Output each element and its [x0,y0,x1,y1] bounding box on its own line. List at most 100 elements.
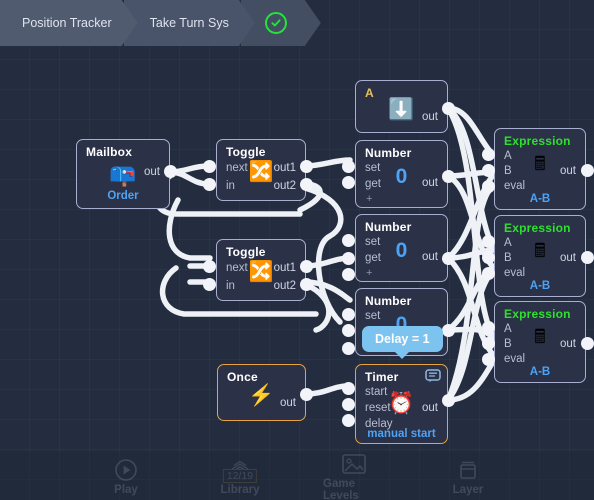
port-out-label: out [422,111,438,123]
port-out-label: out [422,177,438,189]
port-dot-set[interactable] [342,234,355,247]
node-title: Mailbox [86,145,133,159]
port-dot-out[interactable] [442,102,455,115]
node-sub-label: manual start [367,428,436,440]
node-number-1[interactable]: Number set get + 0 out [355,140,448,208]
port-dot-out[interactable] [581,337,594,350]
node-title: Timer [365,370,399,384]
node-graph-canvas[interactable]: Position Tracker Take Turn Sys Mailbox 📪… [0,0,594,500]
port-dot-out1[interactable] [300,260,313,273]
node-timer[interactable]: Timer start reset delay ⏰ out manual sta… [355,364,448,444]
port-dot-out[interactable] [442,394,455,407]
breadcrumb-item-take-turn-sys[interactable]: Take Turn Sys [124,0,255,46]
toolbar-label: Library [220,483,260,496]
port-dot-reset[interactable] [342,398,355,411]
port-out-1: out1 [273,162,296,174]
port-dot-out2[interactable] [300,178,313,191]
port-dot-start[interactable] [342,382,355,395]
port-dot-add[interactable] [342,268,355,281]
port-out-label: out [422,251,438,263]
port-add[interactable]: + [366,193,372,205]
port-out-label: out [422,402,438,414]
node-title: Number [365,220,412,234]
comment-icon[interactable] [425,369,441,388]
port-dot-in-next[interactable] [203,160,216,173]
node-expression-1[interactable]: Expression A B eval 🖩️ out A-B [494,128,586,210]
node-mailbox[interactable]: Mailbox 📪 out Order [76,139,170,209]
node-toggle-2[interactable]: Toggle next in 🔀 out1 out2 [216,239,306,301]
node-a[interactable]: A ⬇️ out [355,80,448,133]
port-out-label: out [144,166,160,178]
toolbar-item-game-levels[interactable]: Game Levels [323,451,385,500]
port-dot-out[interactable] [581,251,594,264]
port-dot-set[interactable] [342,308,355,321]
toolbar-item-play[interactable]: Play [95,457,157,496]
breadcrumb-item-position-tracker[interactable]: Position Tracker [0,0,138,46]
port-dot-eval[interactable] [482,353,495,366]
node-title: Number [365,294,412,308]
port-dot-a[interactable] [482,148,495,161]
port-dot-b[interactable] [482,251,495,264]
layer-icon [456,457,480,483]
bottom-toolbar: Play 12/19 Library Game Levels Layer [0,452,594,500]
port-add[interactable]: + [366,267,372,279]
port-dot-in-next[interactable] [203,260,216,273]
node-title: Toggle [226,145,266,159]
port-dot-out2[interactable] [300,278,313,291]
breadcrumb: Position Tracker Take Turn Sys [0,0,594,58]
port-out-label: out [560,338,576,350]
node-title: Number [365,146,412,160]
port-dot-out[interactable] [300,388,313,401]
toolbar-label: Layer [452,483,484,496]
node-number-2[interactable]: Number set get + 0 out [355,214,448,282]
node-sub-label: A-B [529,193,551,205]
toolbar-item-layer[interactable]: Layer [437,457,499,496]
breadcrumb-label: Position Tracker [22,16,112,30]
breadcrumb-label: Take Turn Sys [149,16,229,30]
port-dot-eval[interactable] [482,180,495,193]
node-toggle-1[interactable]: Toggle next in 🔀 out1 out2 [216,139,306,201]
port-dot-out1[interactable] [300,160,313,173]
port-out-2: out2 [273,280,296,292]
port-dot-out[interactable] [164,165,177,178]
port-in-eval: eval [504,180,526,192]
port-dot-set[interactable] [342,160,355,173]
port-out-label: out [560,165,576,177]
port-out-2: out2 [273,180,296,192]
node-sub-label: A-B [529,280,551,292]
library-count-badge: 12/19 [222,468,258,483]
node-once[interactable]: Once ⚡ out [217,364,306,421]
node-sub-label: Order [107,190,139,202]
play-circle-icon [114,457,138,483]
node-expression-3[interactable]: Expression A B eval 🖩️ out A-B [494,301,586,383]
node-title: A [365,86,374,100]
node-title: Expression [504,134,571,148]
port-dot-delay[interactable] [342,414,355,427]
circle-check-icon [265,12,287,34]
port-out-label: out [280,397,296,409]
toolbar-item-library[interactable]: 12/19 Library [209,457,271,496]
port-dot-in-in[interactable] [203,278,216,291]
port-dot-add[interactable] [342,342,355,355]
port-out-1: out1 [273,262,296,274]
port-dot-get[interactable] [342,252,355,265]
port-dot-a[interactable] [482,235,495,248]
port-dot-in-in[interactable] [203,178,216,191]
node-title: Once [227,370,258,384]
delay-tooltip: Delay = 1 [362,326,443,352]
port-dot-eval[interactable] [482,267,495,280]
port-dot-get[interactable] [342,176,355,189]
tooltip-text: Delay = 1 [375,332,430,346]
node-sub-label: A-B [529,366,551,378]
port-dot-out[interactable] [442,170,455,183]
port-dot-out[interactable] [442,252,455,265]
port-dot-a[interactable] [482,321,495,334]
port-out-label: out [560,252,576,264]
node-expression-2[interactable]: Expression A B eval 🖩️ out A-B [494,215,586,297]
port-in-eval: eval [504,353,526,365]
port-dot-out[interactable] [442,324,455,337]
port-dot-b[interactable] [482,164,495,177]
port-dot-out[interactable] [581,164,594,177]
port-dot-get[interactable] [342,324,355,337]
port-dot-b[interactable] [482,337,495,350]
